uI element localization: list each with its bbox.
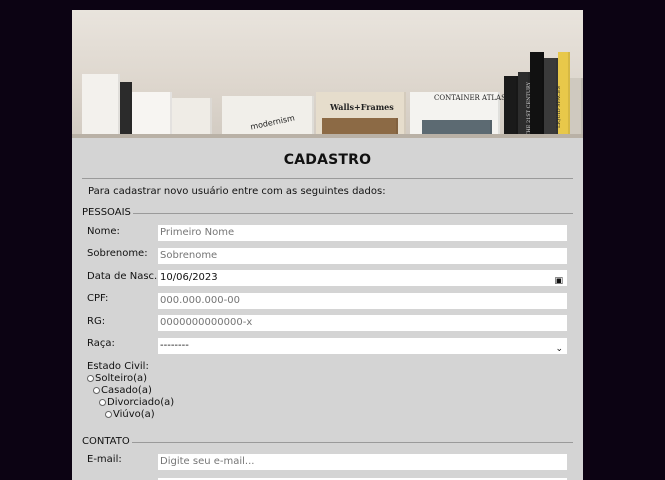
rg-label: RG:: [87, 316, 106, 327]
calendar-icon[interactable]: ▣: [554, 273, 563, 289]
radio-label: Solteiro(a): [95, 373, 148, 384]
radio-solteiro[interactable]: Solteiro(a): [87, 373, 147, 384]
book-spine: [530, 52, 544, 138]
page-title: CADASTRO: [283, 152, 372, 168]
shelf: [72, 134, 583, 138]
cpf-input[interactable]: [158, 293, 567, 309]
date-value: 10/06/2023: [160, 272, 218, 283]
banner-image: Walls+Frames modernism CONTAINER ATLAS T…: [72, 10, 583, 138]
book-spine: [120, 82, 132, 138]
book-spine: [82, 74, 120, 138]
book-spine: [172, 98, 212, 138]
book-title: Walls+Frames: [330, 102, 394, 112]
raca-selected-value: --------: [160, 340, 189, 351]
sobrenome-input[interactable]: [158, 248, 567, 264]
radio-button[interactable]: [99, 399, 106, 406]
radio-button[interactable]: [105, 411, 112, 418]
email-label: E-mail:: [87, 454, 122, 465]
chevron-down-icon: ⌄: [555, 344, 563, 354]
book-title: LIQUID SPACES: [556, 85, 563, 129]
nome-label: Nome:: [87, 226, 120, 237]
radio-button[interactable]: [87, 375, 94, 382]
book-spine: [222, 96, 314, 138]
nascimento-label: Data de Nasc.:: [87, 271, 161, 282]
radio-casado[interactable]: Casado(a): [93, 385, 152, 396]
book-spine: [132, 92, 172, 138]
section-divider: [82, 213, 573, 214]
book-title: THE 21ST CENTURY: [525, 82, 532, 136]
title-divider: [82, 178, 573, 179]
radio-divorciado[interactable]: Divorciado(a): [99, 397, 174, 408]
book-spine: [570, 78, 583, 138]
cpf-label: CPF:: [87, 293, 109, 304]
radio-label: Casado(a): [101, 385, 152, 396]
sobrenome-label: Sobrenome:: [87, 248, 148, 259]
date-input[interactable]: 10/06/2023 ▣: [158, 270, 567, 286]
raca-label: Raça:: [87, 338, 115, 349]
nome-input[interactable]: [158, 225, 567, 241]
section-divider: [82, 442, 573, 443]
book-title: CONTAINER ATLAS: [434, 94, 506, 102]
rg-input[interactable]: [158, 315, 567, 331]
form-card: Walls+Frames modernism CONTAINER ATLAS T…: [72, 10, 583, 480]
radio-label: Divorciado(a): [107, 397, 175, 408]
book-spine: [504, 76, 518, 138]
raca-select[interactable]: -------- ⌄: [158, 338, 567, 354]
section-contato: CONTATO: [82, 436, 132, 447]
radio-button[interactable]: [93, 387, 100, 394]
estado-civil-label: Estado Civil:: [87, 361, 149, 372]
radio-viuvo[interactable]: Viúvo(a): [105, 409, 155, 420]
section-pessoais: PESSOAIS: [82, 207, 133, 218]
email-input[interactable]: [158, 454, 567, 470]
intro-text: Para cadastrar novo usuário entre com as…: [88, 186, 386, 197]
radio-label: Viúvo(a): [113, 409, 155, 420]
